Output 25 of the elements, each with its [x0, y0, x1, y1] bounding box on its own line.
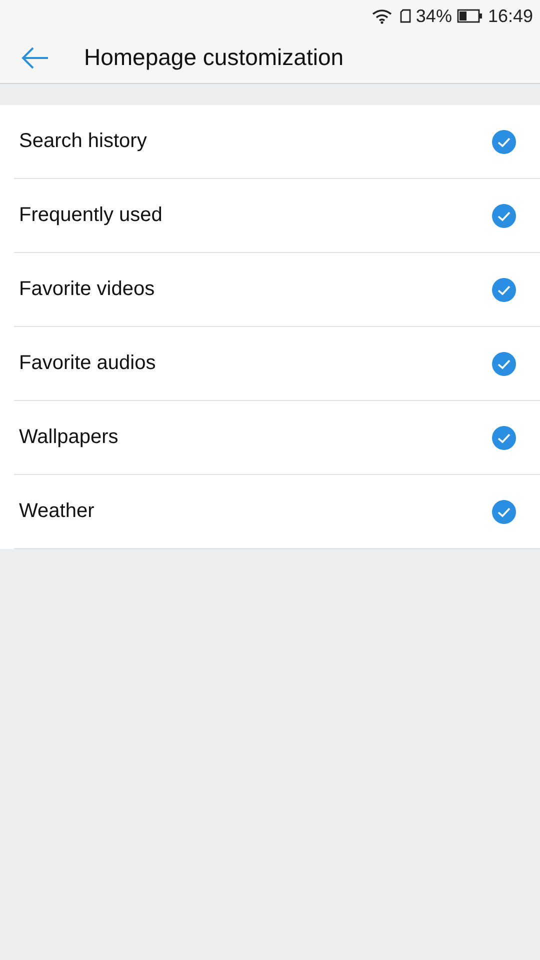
setting-row[interactable]: Favorite videos: [14, 253, 540, 327]
sim-card-icon: [400, 9, 411, 23]
wifi-icon: [372, 8, 392, 24]
setting-label: Favorite videos: [19, 278, 155, 301]
checked-circle-icon[interactable]: [492, 352, 516, 376]
status-time: 16:49: [488, 6, 533, 26]
setting-row[interactable]: Frequently used: [14, 179, 540, 253]
checked-circle-icon[interactable]: [492, 500, 516, 524]
page-title: Homepage customization: [84, 44, 344, 71]
setting-row[interactable]: Weather: [14, 475, 540, 549]
checked-circle-icon[interactable]: [492, 130, 516, 154]
checked-circle-icon[interactable]: [492, 426, 516, 450]
setting-label: Wallpapers: [19, 426, 118, 449]
setting-label: Search history: [19, 130, 147, 153]
battery-percent: 34%: [416, 6, 452, 26]
back-arrow-icon: [20, 46, 50, 70]
battery-icon: [456, 9, 483, 23]
setting-row[interactable]: Wallpapers: [14, 401, 540, 475]
setting-row[interactable]: Favorite audios: [14, 327, 540, 401]
setting-label: Favorite audios: [19, 352, 156, 375]
checked-circle-icon[interactable]: [492, 278, 516, 302]
setting-row[interactable]: Search history: [14, 105, 540, 179]
checked-circle-icon[interactable]: [492, 204, 516, 228]
setting-label: Frequently used: [19, 204, 162, 227]
setting-label: Weather: [19, 500, 94, 523]
